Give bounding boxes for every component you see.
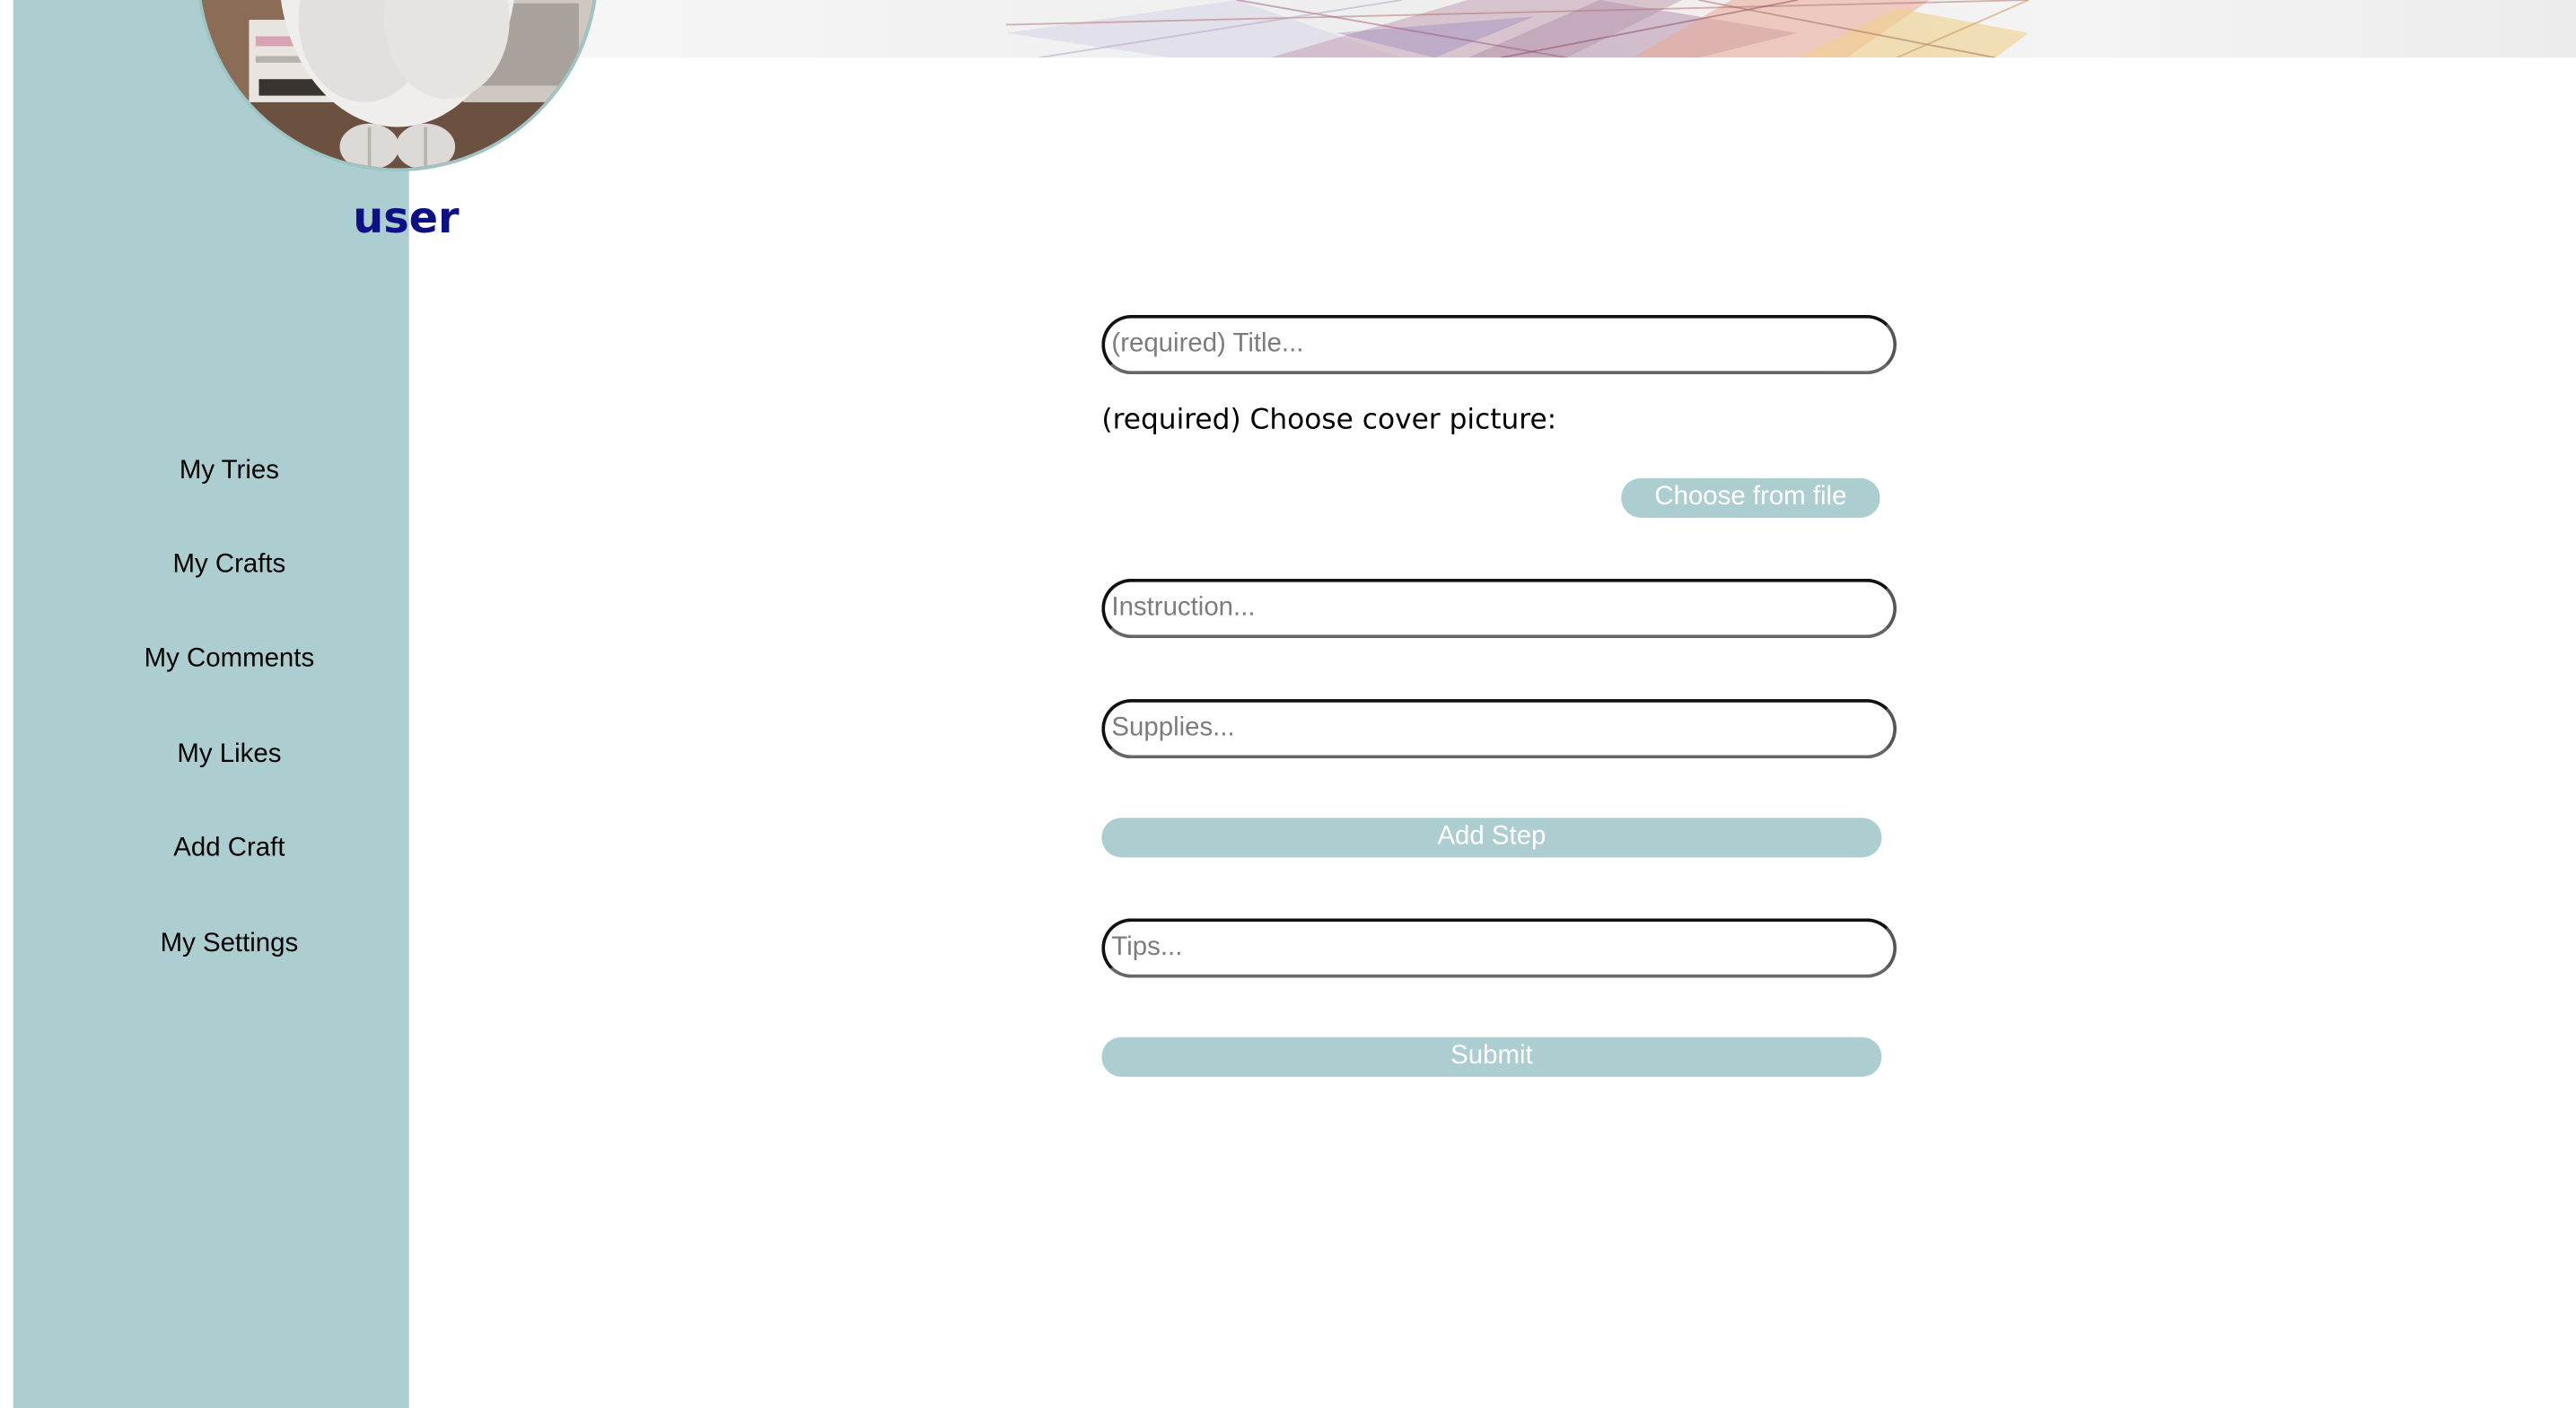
supplies-input[interactable] bbox=[1101, 699, 1897, 759]
cover-picture-label: (required) Choose cover picture: bbox=[1101, 404, 1557, 437]
header-banner bbox=[544, 0, 2576, 58]
banner-pattern bbox=[1005, 0, 2029, 58]
sidebar-item-my-likes[interactable]: My Likes bbox=[31, 739, 427, 772]
username: user bbox=[353, 194, 460, 244]
sidebar-item-add-craft[interactable]: Add Craft bbox=[31, 833, 427, 866]
page: My Tries My Crafts My Comments My Likes … bbox=[0, 0, 2576, 1408]
sidebar-item-my-comments[interactable]: My Comments bbox=[31, 643, 427, 677]
tips-input[interactable] bbox=[1101, 918, 1897, 978]
choose-from-file-button[interactable]: Choose from file bbox=[1621, 477, 1880, 518]
sidebar-item-my-settings[interactable]: My Settings bbox=[31, 928, 427, 961]
avatar[interactable] bbox=[199, 0, 596, 169]
add-step-button[interactable]: Add Step bbox=[1101, 818, 1882, 858]
instruction-input[interactable] bbox=[1101, 578, 1897, 639]
title-input[interactable] bbox=[1101, 314, 1897, 375]
submit-button[interactable]: Submit bbox=[1101, 1036, 1882, 1077]
cat-photo-icon bbox=[199, 0, 596, 169]
sidebar-item-my-tries[interactable]: My Tries bbox=[31, 455, 427, 488]
sidebar: My Tries My Crafts My Comments My Likes … bbox=[13, 0, 409, 1408]
sidebar-item-my-crafts[interactable]: My Crafts bbox=[31, 549, 427, 582]
